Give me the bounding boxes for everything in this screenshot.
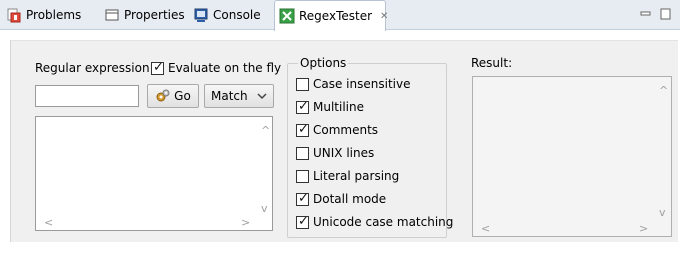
option-label: Dotall mode	[313, 192, 387, 206]
regex-label: Regular expression:	[35, 61, 154, 75]
regex-tester-icon	[279, 8, 295, 24]
option-label: Case insensitive	[313, 77, 411, 91]
go-label: Go	[174, 89, 191, 103]
scroll-up-icon[interactable]: ^	[659, 85, 668, 96]
option-checkbox[interactable]: ✓	[296, 191, 309, 206]
scroll-left-icon[interactable]: <	[44, 217, 53, 228]
tab-console[interactable]: Console	[193, 0, 261, 30]
evaluate-on-the-fly-checkbox[interactable]: ✓	[151, 60, 164, 75]
option-label: Literal parsing	[313, 169, 400, 183]
scroll-left-icon[interactable]: <	[481, 223, 490, 234]
option-label: UNIX lines	[313, 146, 375, 160]
tab-problems[interactable]: Problems	[6, 0, 81, 30]
minimize-icon[interactable]	[640, 8, 652, 20]
match-mode-value: Match	[211, 89, 248, 103]
option-checkbox[interactable]: ✓	[296, 99, 309, 114]
tab-properties[interactable]: Properties	[104, 0, 185, 30]
properties-icon	[104, 7, 120, 23]
scroll-right-icon[interactable]: >	[241, 217, 250, 228]
option-checkbox[interactable]	[296, 147, 309, 160]
tab-label: Console	[213, 8, 261, 22]
option-checkbox[interactable]	[296, 170, 309, 183]
option-label: Unicode case matching	[313, 215, 454, 229]
scroll-right-icon[interactable]: >	[639, 223, 648, 234]
console-icon	[193, 7, 209, 23]
scroll-down-icon[interactable]: v	[261, 203, 268, 214]
chevron-down-icon	[257, 89, 267, 103]
view-tab-bar: Problems Properties Console RegexTester …	[0, 0, 680, 31]
regex-input[interactable]	[35, 85, 139, 107]
maximize-icon[interactable]	[660, 8, 672, 20]
gears-icon	[155, 88, 171, 104]
match-mode-select[interactable]: Match	[204, 84, 274, 108]
option-label: Multiline	[313, 100, 364, 114]
close-icon[interactable]: ✕	[380, 11, 388, 22]
go-button[interactable]: Go	[147, 84, 199, 108]
scroll-down-icon[interactable]: v	[659, 207, 666, 218]
tab-label: Problems	[26, 8, 82, 22]
option-label: Comments	[313, 123, 379, 137]
tab-regex-tester[interactable]: RegexTester ✕	[274, 0, 388, 31]
option-checkbox[interactable]: ✓	[296, 122, 309, 137]
tab-label: RegexTester	[299, 9, 373, 23]
result-area[interactable]: ^ v < >	[472, 76, 672, 237]
scroll-up-icon[interactable]: ^	[261, 125, 270, 136]
option-checkbox[interactable]	[296, 78, 309, 91]
options-title: Options	[298, 56, 349, 70]
problems-icon	[6, 7, 22, 23]
regex-tester-panel: Regular expression: ✓ Evaluate on the fl…	[10, 40, 678, 242]
test-text-area[interactable]: ^ v < >	[35, 116, 273, 231]
result-label: Result:	[471, 56, 513, 70]
option-checkbox[interactable]: ✓	[296, 214, 309, 229]
evaluate-on-the-fly-label: Evaluate on the fly	[168, 61, 282, 75]
tab-label: Properties	[124, 8, 185, 22]
